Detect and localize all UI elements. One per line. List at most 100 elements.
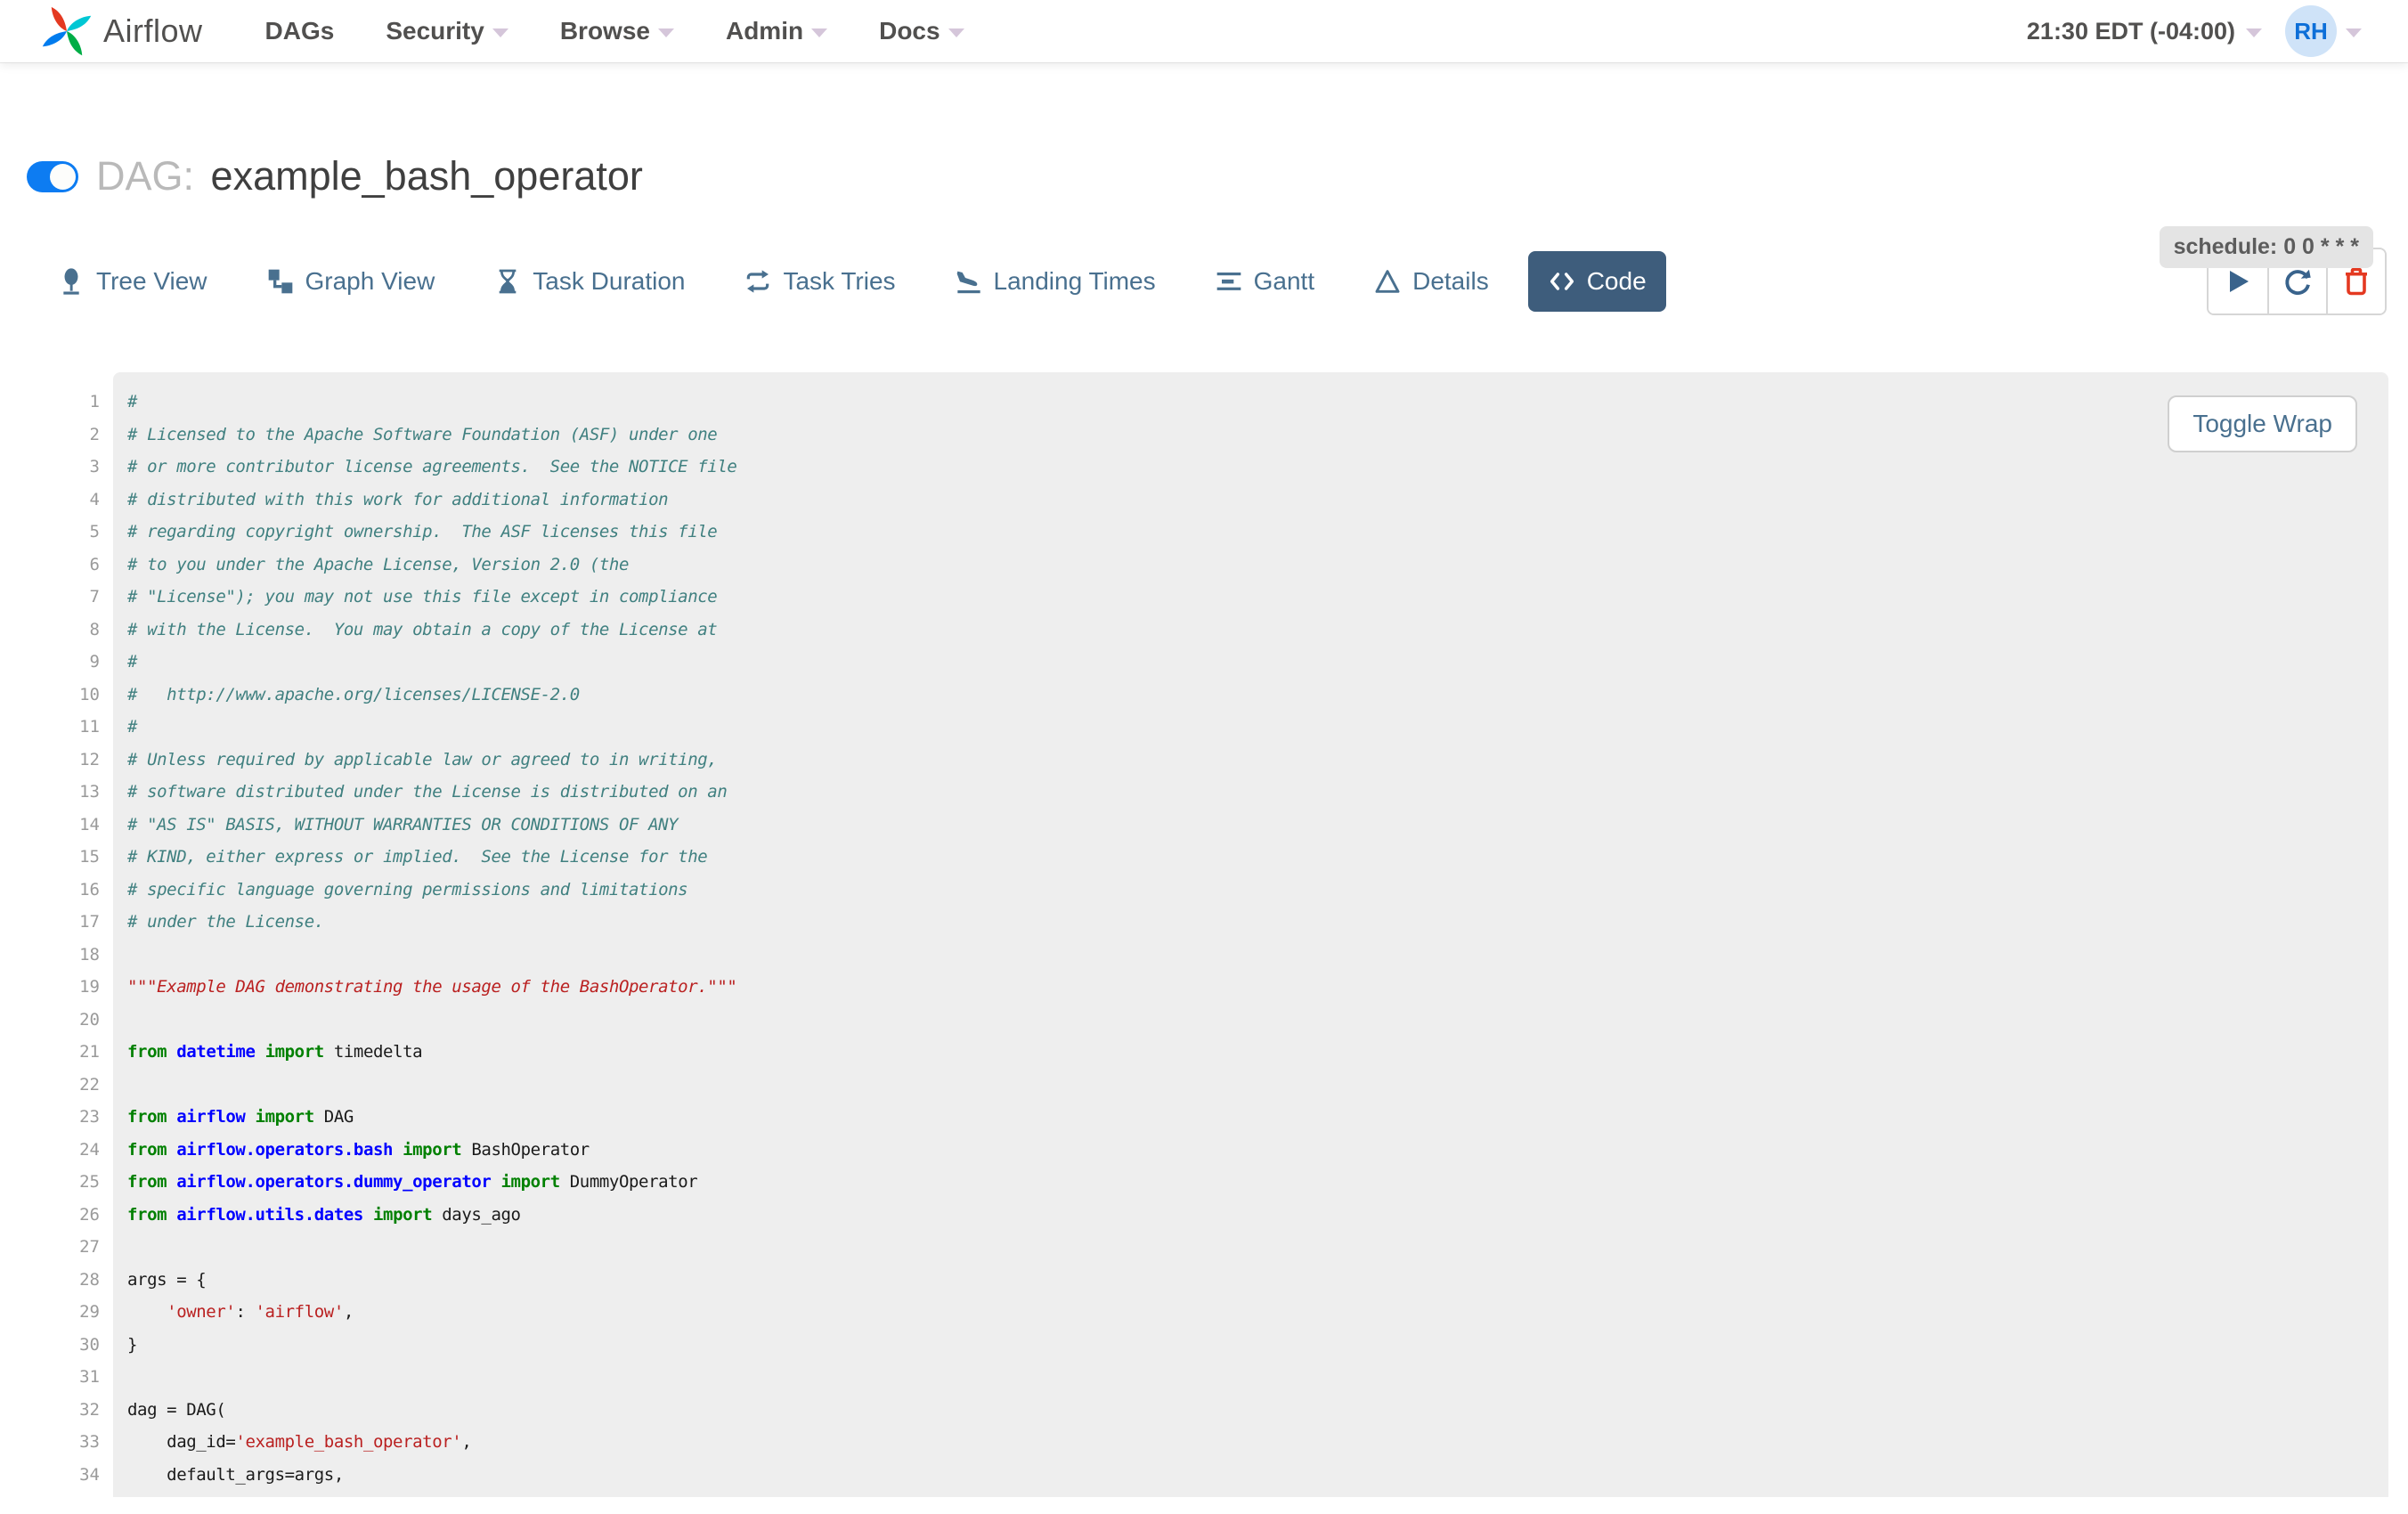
code-line: # Unless required by applicable law or a…: [127, 749, 718, 769]
code-line: # specific language governing permission…: [127, 879, 688, 899]
line-number: 24: [79, 1139, 100, 1160]
gantt-bars-icon: [1215, 267, 1243, 296]
tab-graph-view[interactable]: Graph View: [247, 251, 455, 312]
schedule-badge: schedule: 0 0 * * *: [2159, 226, 2373, 268]
code-line: # or more contributor license agreements…: [127, 457, 737, 476]
tab-code[interactable]: Code: [1527, 251, 1666, 312]
code-line: args = {: [127, 1269, 207, 1290]
plane-landing-icon: [955, 267, 983, 296]
nav-item-security[interactable]: Security: [386, 17, 508, 45]
dag-name: example_bash_operator: [210, 153, 643, 199]
chevron-down-icon: [811, 28, 828, 37]
code-line: # "AS IS" BASIS, WITHOUT WARRANTIES OR C…: [127, 814, 679, 834]
line-number: 16: [79, 879, 100, 899]
chevron-down-icon: [2246, 28, 2262, 37]
code-line: #: [127, 392, 138, 411]
code-line: # regarding copyright ownership. The ASF…: [127, 522, 718, 541]
code-line: #: [127, 717, 138, 737]
line-number: 25: [79, 1172, 100, 1192]
line-number: 6: [89, 554, 100, 574]
line-number: 3: [89, 457, 100, 476]
tab-label: Task Duration: [533, 267, 686, 295]
line-number: 10: [79, 684, 100, 704]
tab-gantt[interactable]: Gantt: [1195, 251, 1334, 312]
dag-pause-toggle[interactable]: [27, 160, 78, 192]
chevron-down-icon: [657, 28, 674, 37]
code-line: # Licensed to the Apache Software Founda…: [127, 424, 718, 444]
code-line: #: [127, 652, 138, 672]
tab-label: Landing Times: [993, 267, 1156, 295]
nav-item-label: Admin: [725, 17, 804, 45]
clock-dropdown[interactable]: 21:30 EDT (-04:00): [2027, 18, 2262, 45]
code-line: # "License"); you may not use this file …: [127, 587, 718, 606]
tab-tree-view[interactable]: Tree View: [37, 251, 227, 312]
tab-task-tries[interactable]: Task Tries: [724, 251, 915, 312]
user-menu[interactable]: RH: [2285, 5, 2362, 57]
code-line: # distributed with this work for additio…: [127, 489, 669, 509]
line-number: 28: [79, 1269, 100, 1290]
line-number: 23: [79, 1107, 100, 1127]
tab-task-duration[interactable]: Task Duration: [474, 251, 704, 312]
triangle-icon: [1373, 267, 1402, 296]
code-line: from airflow.operators.bash import BashO…: [127, 1139, 590, 1160]
dag-title-row: DAG: example_bash_operator: [27, 153, 2408, 199]
nav-item-browse[interactable]: Browse: [560, 17, 674, 45]
line-number: 22: [79, 1074, 100, 1095]
tab-label: Graph View: [305, 267, 435, 295]
view-tabs: Tree View Graph View Task Duration Task Tri…: [37, 251, 1686, 312]
code-line: from datetime import timedelta: [127, 1042, 423, 1062]
trash-icon: [2340, 265, 2372, 297]
line-number: 2: [89, 424, 100, 444]
play-icon: [2222, 265, 2254, 297]
nav-item-label: DAGs: [264, 17, 335, 45]
line-number: 8: [89, 619, 100, 639]
nav-item-docs[interactable]: Docs: [879, 17, 964, 45]
dag-source-code: # # Licensed to the Apache Software Found…: [113, 372, 2388, 1497]
nav-item-dags[interactable]: DAGs: [265, 17, 335, 45]
tab-landing-times[interactable]: Landing Times: [935, 251, 1176, 312]
line-number: 19: [79, 977, 100, 997]
navbar-menu: DAGs Security Browse Admin Docs: [265, 17, 964, 45]
tabs-row: Tree View Graph View Task Duration Task Tri…: [37, 248, 2387, 315]
line-number-gutter: 1 2 3 4 5 6 7 8 9 10 11 12 13 14 15 16 17 18 19 20 21 22 23 24 2…: [0, 372, 113, 1497]
toggle-wrap-button[interactable]: Toggle Wrap: [2168, 395, 2357, 452]
repeat-icon: [744, 267, 772, 296]
line-number: 17: [79, 912, 100, 932]
code-line: """Example DAG demonstrating the usage o…: [127, 977, 737, 997]
code-line: dag_id='example_bash_operator',: [127, 1432, 472, 1452]
refresh-icon: [2282, 265, 2314, 297]
line-number: 1: [89, 392, 100, 411]
airflow-brand[interactable]: Airflow: [41, 5, 203, 57]
navbar-right: 21:30 EDT (-04:00) RH: [2027, 5, 2362, 57]
line-number: 35: [0, 1491, 100, 1497]
line-number: 32: [79, 1399, 100, 1420]
code-line: # KIND, either express or implied. See t…: [127, 847, 708, 867]
tab-label: Tree View: [96, 267, 207, 295]
nav-item-admin[interactable]: Admin: [725, 17, 828, 45]
line-number: 26: [79, 1204, 100, 1225]
tab-label: Task Tries: [783, 267, 896, 295]
line-number: 11: [79, 717, 100, 737]
tab-label: Details: [1412, 267, 1489, 295]
line-number: 13: [79, 782, 100, 802]
code-line: }: [127, 1334, 138, 1355]
code-line: schedule_interval='0 0 * * *',: [127, 1491, 2388, 1497]
code-line: # under the License.: [127, 912, 324, 932]
code-line: default_args=args,: [127, 1464, 344, 1485]
nav-item-label: Docs: [879, 17, 940, 45]
code-line: # to you under the Apache License, Versi…: [127, 554, 629, 574]
tab-details[interactable]: Details: [1354, 251, 1509, 312]
line-number: 27: [79, 1237, 100, 1257]
code-line: # with the License. You may obtain a cop…: [127, 619, 718, 639]
graph-view-icon: [266, 267, 295, 296]
navbar: Airflow DAGs Security Browse Admin Docs 21:3…: [0, 0, 2408, 62]
line-number: 7: [89, 587, 100, 606]
code-line: from airflow.utils.dates import days_ago: [127, 1204, 521, 1225]
line-number: 30: [79, 1334, 100, 1355]
code-line: dag = DAG(: [127, 1399, 226, 1420]
airflow-pinwheel-logo: [42, 6, 92, 56]
dag-label: DAG:: [96, 153, 195, 199]
line-number: 31: [79, 1367, 100, 1387]
